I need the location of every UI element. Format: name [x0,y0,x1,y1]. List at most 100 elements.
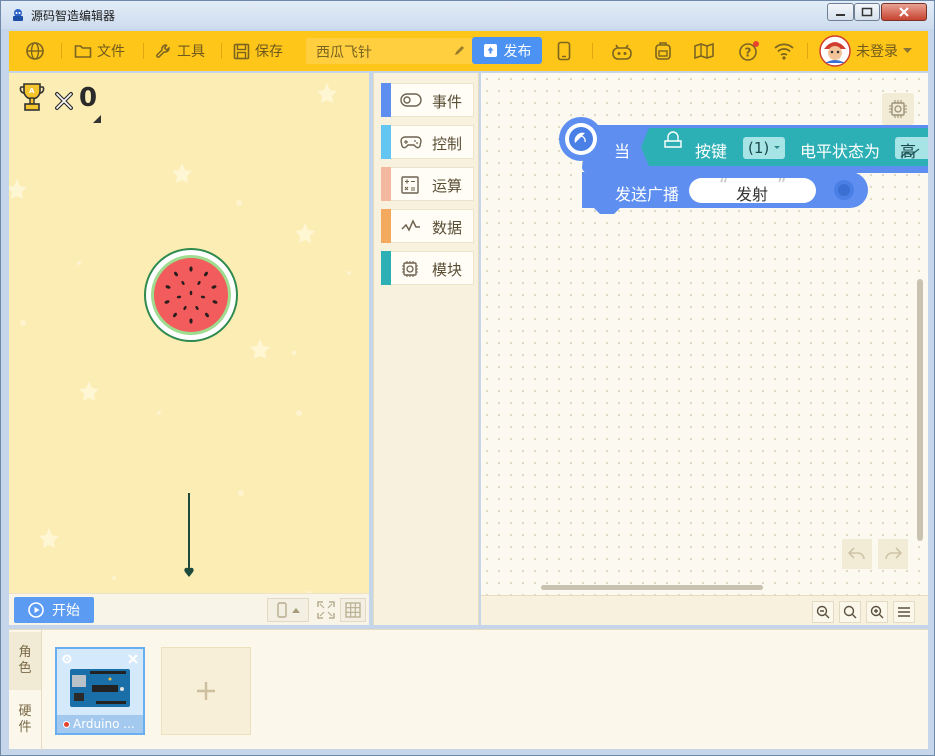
category-modules[interactable]: 模块 [381,251,474,285]
folder-icon [74,45,92,58]
tab-hardware[interactable]: 硬件 [9,690,41,748]
wifi-button[interactable] [773,31,795,71]
code-workspace[interactable]: 当 按键 (1) 电平状态为 高 发送广播 “ 发射 ” [481,73,928,625]
button-dropdown[interactable]: (1) [748,139,769,157]
undo-button[interactable] [842,539,872,569]
undo-icon [847,547,865,560]
category-events[interactable]: 事件 [381,83,474,117]
maximize-button[interactable] [854,3,880,21]
zoom-reset-button[interactable] [839,601,861,623]
category-operators[interactable]: 运算 [381,167,474,201]
minimize-button[interactable] [827,3,854,21]
category-color-bar [381,125,391,159]
category-control[interactable]: 控制 [381,125,474,159]
redo-button[interactable] [878,539,908,569]
stage-control-bar: 开始 [9,593,369,625]
svg-text:A: A [29,87,35,95]
line-chart-icon [401,219,420,232]
title-bar: 源码智造编辑器 [1,1,934,29]
horizontal-scrollbar[interactable] [541,585,763,590]
save-button[interactable]: 保存 [233,31,283,71]
globe-icon [26,42,44,60]
publish-button[interactable]: 发布 [472,37,542,64]
window-title: 源码智造编辑器 [31,9,116,23]
stage-canvas[interactable]: A 0 [9,73,369,623]
maximize-icon [861,7,873,17]
zoom-reset-icon [843,605,857,619]
delete-icon[interactable] [127,653,139,665]
level-dropdown[interactable]: 高 [900,138,916,162]
toolbar-divider [592,43,593,59]
category-label: 数据 [432,219,463,237]
project-name: 西瓜飞针 [316,45,372,61]
status-dot-icon [63,721,70,728]
grid-icon [345,602,361,618]
backpack-button[interactable] [653,31,673,71]
user-menu[interactable]: 未登录 [819,31,912,71]
calculator-icon [401,176,419,194]
project-name-field[interactable]: 西瓜飞针 [306,38,474,64]
tools-menu-label: 工具 [177,44,205,60]
block-category-list: 事件 控制 运算 数据 模块 [373,73,479,625]
chevron-down-icon [903,48,912,53]
close-icon [899,7,909,17]
robot-button[interactable] [611,31,633,71]
fullscreen-button[interactable] [313,598,339,622]
help-icon: ? [739,41,759,61]
broadcast-label: 发送广播 [615,185,680,204]
fullscreen-icon [317,601,335,619]
category-color-bar [381,167,391,201]
trophy-icon: A [19,83,45,111]
start-button[interactable]: 开始 [14,597,94,623]
broadcast-message-input[interactable]: 发射 [736,181,768,205]
tab-roles[interactable]: 角色 [9,632,41,690]
toolbar-divider [143,43,144,59]
category-data[interactable]: 数据 [381,209,474,243]
library-button[interactable] [693,31,715,71]
category-color-bar [381,251,391,285]
menu-icon [898,607,910,617]
mobile-preview-button[interactable] [557,31,571,71]
tab-hardware-label: 硬件 [18,704,32,735]
tools-menu[interactable]: 工具 [155,31,205,71]
workspace-menu-button[interactable] [893,601,915,623]
grid-toggle-button[interactable] [340,598,366,622]
toolbar-divider [221,43,222,59]
needle-sprite[interactable] [182,493,196,583]
workspace-zoom-bar [481,595,928,625]
category-label: 模块 [432,261,463,279]
phone-outline-icon [276,602,287,618]
quote-close-icon: ” [777,175,787,196]
vertical-scrollbar[interactable] [917,279,923,541]
level-label: 电平状态为 [800,142,881,161]
main-toolbar: 文件 工具 保存 西瓜飞针 发布 ? 未登录 [9,31,928,71]
pencil-icon[interactable] [453,44,466,57]
category-color-bar [381,209,391,243]
zoom-out-icon [816,605,830,619]
save-disk-icon [233,43,250,59]
arduino-board-image [70,669,130,707]
triangle-up-icon [291,607,300,613]
file-menu[interactable]: 文件 [74,31,125,71]
backpack-icon [655,42,671,60]
counter-corner-icon [93,115,101,123]
app-logo-icon [13,9,23,21]
wifi-icon [774,43,794,60]
watermelon-sprite[interactable] [143,247,239,343]
category-label: 事件 [432,93,463,111]
add-hardware-button[interactable] [161,647,251,735]
save-button-label: 保存 [255,44,283,60]
help-button[interactable]: ? [737,31,761,71]
plus-icon [197,682,215,700]
gear-icon[interactable] [61,653,73,665]
hardware-card-arduino[interactable]: Arduino ... [55,647,145,735]
device-select-button[interactable] [267,598,309,622]
gamepad-icon [400,136,422,149]
zoom-in-button[interactable] [866,601,888,623]
close-button[interactable] [881,3,927,21]
app-window: 源码智造编辑器 文件 工具 保存 西瓜飞针 发布 ? 未登录 A 0 开始 事件… [0,0,935,756]
zoom-out-button[interactable] [812,601,834,623]
language-button[interactable] [25,31,45,71]
chip-icon [402,261,418,277]
svg-text:?: ? [745,46,752,60]
